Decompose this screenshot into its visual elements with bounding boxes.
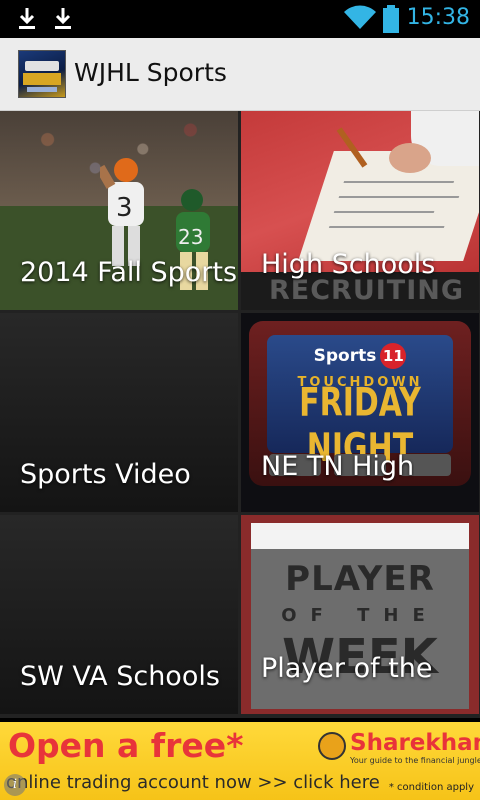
tile-label: Player of the (261, 653, 433, 684)
status-bar: 15:38 (0, 0, 480, 38)
app-logo-icon[interactable] (18, 50, 66, 98)
ad-subline: online trading account now >> click here (6, 772, 380, 793)
ad-brand: Sharekhan Your guide to the financial ju… (318, 730, 480, 768)
potw-line2: OF THE (281, 605, 439, 626)
clock: 15:38 (406, 5, 470, 30)
svg-text:23: 23 (178, 225, 203, 249)
svg-text:3: 3 (116, 193, 133, 223)
tile-high-schools[interactable]: RECRUITING High Schools (241, 111, 479, 310)
tile-ne-tn-high[interactable]: Sports 11 TOUCHDOWN FRIDAY NIGHT NE TN Hi… (241, 313, 479, 512)
ad-brand-tagline: Your guide to the financial jungle (350, 756, 480, 765)
channel-badge: 11 (380, 343, 407, 369)
ad-brand-name: Sharekhan (350, 730, 480, 756)
tile-label: NE TN High (261, 451, 415, 482)
category-grid: 3 23 2014 Fall Sports RECRUITING High Sc… (0, 111, 480, 718)
download-icon (19, 8, 35, 29)
tile-label: 2014 Fall Sports (20, 257, 238, 288)
battery-icon (383, 5, 399, 33)
tile-sw-va-schools[interactable]: SW VA Schools (0, 515, 238, 714)
ad-headline: Open a free* (8, 726, 244, 765)
tile-fall-sports[interactable]: 3 23 2014 Fall Sports (0, 111, 238, 310)
action-bar: WJHL Sports (0, 38, 480, 111)
fn-brand: Sports (313, 346, 377, 366)
potw-line1: PLAYER (285, 559, 435, 599)
tile-label: Sports Video (20, 459, 191, 490)
tile-player-of-the-week[interactable]: PLAYER OF THE WEEK Player of the (241, 515, 479, 714)
sharekhan-logo-icon (318, 732, 346, 760)
ad-banner[interactable]: Open a free* online trading account now … (0, 722, 480, 800)
ad-info-icon[interactable]: i (4, 774, 26, 796)
tile-label: High Schools (261, 249, 436, 280)
recruiting-photo: RECRUITING (241, 111, 479, 310)
wifi-icon (344, 5, 376, 29)
ad-condition: * condition apply (388, 782, 474, 793)
tile-sports-video[interactable]: Sports Video (0, 313, 238, 512)
app-title: WJHL Sports (74, 58, 227, 87)
download-icon (55, 8, 71, 29)
tile-label: SW VA Schools (20, 661, 220, 692)
player-figure: 3 (100, 158, 144, 266)
